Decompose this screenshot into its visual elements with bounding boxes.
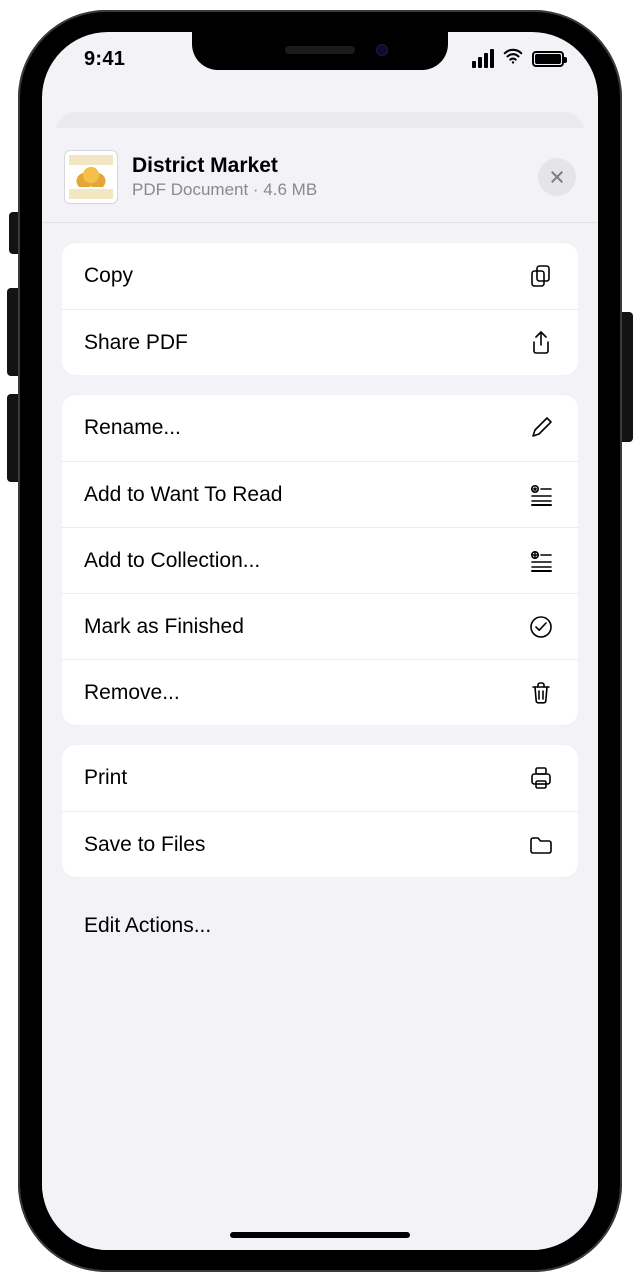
want-to-read-label: Add to Want To Read [84,483,526,507]
rename-row[interactable]: Rename... [62,395,578,461]
folder-icon [526,830,556,860]
home-indicator[interactable] [230,1232,410,1238]
save-to-files-label: Save to Files [84,833,526,857]
phone-frame: 9:41 [18,10,622,1272]
status-right [472,45,564,72]
pencil-icon [526,413,556,443]
edit-actions-row[interactable]: Edit Actions... [62,897,578,955]
notch [192,32,448,70]
sheet-header: District Market PDF Document · 4.6 MB [42,128,598,223]
action-group-basic: Copy Share PDF [62,243,578,375]
check-circle-icon [526,612,556,642]
close-icon [548,168,566,186]
document-info: District Market PDF Document · 4.6 MB [132,154,524,200]
document-subtitle: PDF Document · 4.6 MB [132,180,524,200]
action-group-system: Print Save to Files [62,745,578,877]
share-sheet: District Market PDF Document · 4.6 MB [42,128,598,1250]
copy-label: Copy [84,264,526,288]
print-label: Print [84,766,526,790]
phone-bezel: 9:41 [36,26,604,1256]
rename-label: Rename... [84,416,526,440]
edit-actions-label: Edit Actions... [84,914,211,938]
sheet-body: Copy Share PDF [42,223,598,955]
front-sensor [376,44,388,56]
document-title: District Market [132,154,524,178]
share-icon [526,328,556,358]
cellular-icon [472,49,494,68]
remove-label: Remove... [84,681,526,705]
print-row[interactable]: Print [62,745,578,811]
mark-finished-label: Mark as Finished [84,615,526,639]
earpiece-speaker [285,46,355,54]
side-button [621,312,633,442]
remove-row[interactable]: Remove... [62,659,578,725]
printer-icon [526,763,556,793]
action-group-book: Rename... Add to Want To Read [62,395,578,725]
star-list-icon [526,480,556,510]
wifi-icon [502,45,524,72]
trash-icon [526,678,556,708]
plus-list-icon [526,546,556,576]
share-pdf-row[interactable]: Share PDF [62,309,578,375]
mark-finished-row[interactable]: Mark as Finished [62,593,578,659]
status-time: 9:41 [84,48,125,71]
close-button[interactable] [538,158,576,196]
add-collection-label: Add to Collection... [84,549,526,573]
copy-icon [526,261,556,291]
copy-row[interactable]: Copy [62,243,578,309]
save-to-files-row[interactable]: Save to Files [62,811,578,877]
add-collection-row[interactable]: Add to Collection... [62,527,578,593]
screen: 9:41 [42,32,598,1250]
document-thumbnail [64,150,118,204]
want-to-read-row[interactable]: Add to Want To Read [62,461,578,527]
battery-icon [532,51,564,67]
share-pdf-label: Share PDF [84,331,526,355]
